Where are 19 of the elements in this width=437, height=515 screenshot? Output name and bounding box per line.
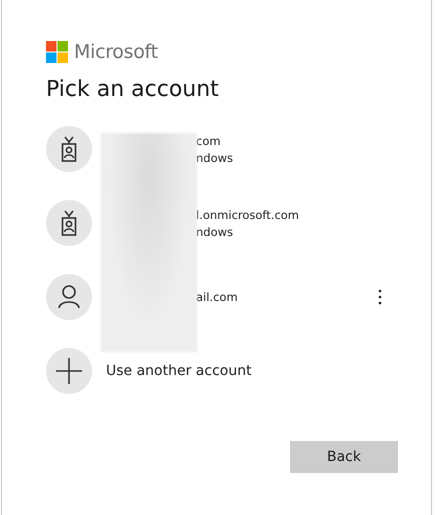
account-avatar[interactable] [46, 200, 92, 246]
brand-name: Microsoft [74, 41, 158, 63]
id-badge-icon [61, 210, 77, 236]
person-icon [58, 285, 80, 309]
back-button[interactable]: Back [290, 441, 398, 473]
account-avatar[interactable] [46, 126, 92, 172]
plus-icon [56, 358, 82, 384]
account-text[interactable]: ail.com [196, 290, 238, 304]
logo-icon [46, 41, 68, 63]
add-account-avatar[interactable] [46, 348, 92, 394]
account-avatar[interactable] [46, 274, 92, 320]
account-text[interactable]: l.onmicrosoft.com [196, 208, 300, 222]
add-account-link[interactable]: Use another account [106, 363, 252, 379]
id-badge-icon [61, 136, 77, 162]
more-icon [378, 289, 382, 305]
account-text[interactable]: ndows [196, 150, 234, 164]
account-text[interactable]: com [196, 134, 234, 148]
account-text[interactable]: ndows [196, 224, 300, 238]
dialog-title: Pick an account [46, 77, 220, 102]
